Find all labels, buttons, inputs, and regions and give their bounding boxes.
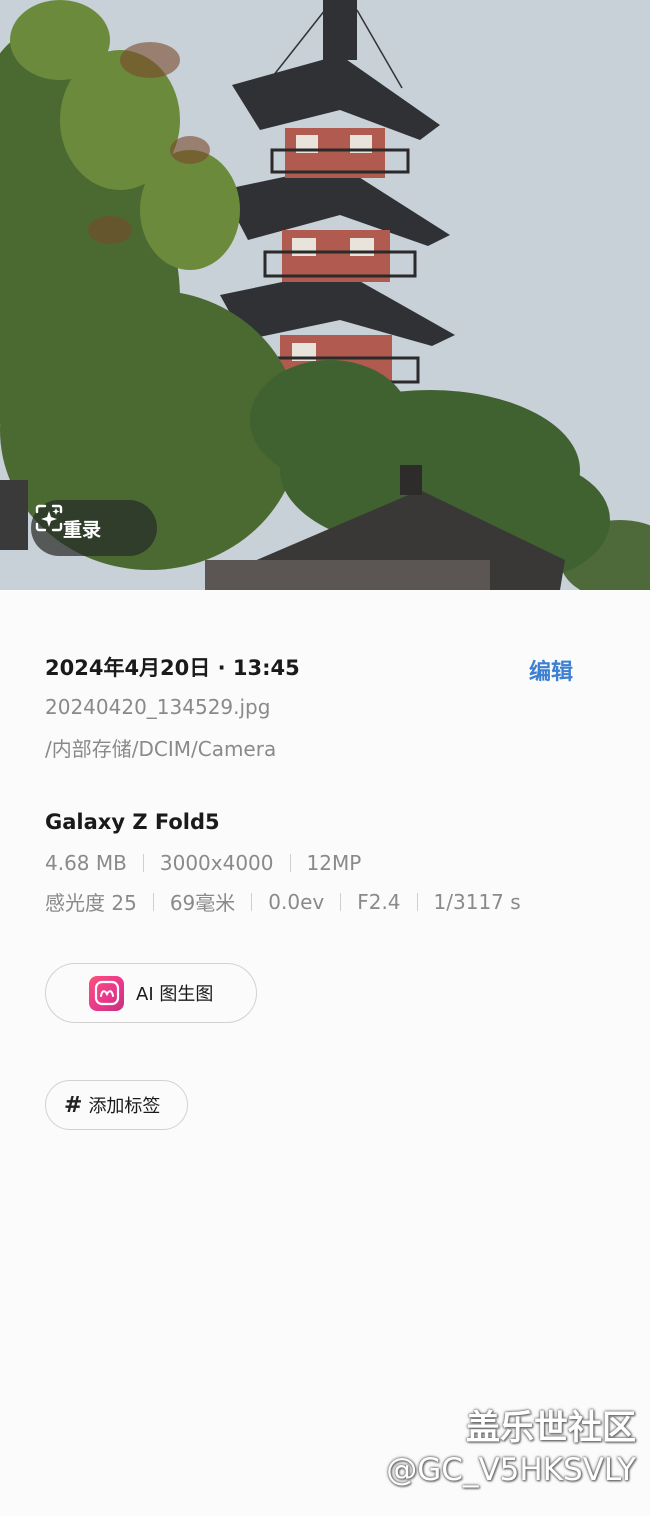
image-resolution: 3000x4000 [159,851,274,875]
file-path: /内部存储/DCIM/Camera [45,737,277,761]
aperture-value: F2.4 [357,889,401,914]
photo-datetime: 2024年4月20日 · 13:45 [45,656,300,680]
exposure-value: 0.0ev [268,889,325,914]
shutter-speed: 1/3117 s [433,889,521,914]
spec-divider [152,892,154,911]
watermark-user: @GC_V5HKSVLY [386,1452,636,1488]
file-name: 20240420_134529.jpg [45,695,271,719]
spec-divider [340,892,342,911]
watermark-community: 盖乐世社区 [466,1408,636,1448]
edit-details-button[interactable]: 编辑 [529,654,573,686]
photo-preview[interactable]: 重录 [0,0,650,590]
file-specs-row: 4.68 MB 3000x4000 12MP [45,851,361,875]
spec-divider [289,854,291,872]
hash-icon: # [64,1092,83,1118]
remaster-button-label: 重录 [63,518,102,541]
sparkle-frame-icon [35,504,63,532]
add-tag-button[interactable]: # 添加标签 [45,1080,188,1130]
megapixels: 12MP [306,851,362,875]
camera-specs-row: 感光度 25 69毫米 0.0ev F2.4 1/3117 s [45,887,521,916]
device-model: Galaxy Z Fold5 [45,810,220,834]
ai-image-generate-label: AI 图生图 [136,984,214,1005]
file-size: 4.68 MB [45,851,127,875]
spec-divider [416,892,418,911]
focal-length: 69毫米 [169,891,236,915]
iso-value: 感光度 25 [45,891,137,915]
ai-image-generate-button[interactable]: AI 图生图 [45,963,257,1023]
add-tag-label: 添加标签 [88,1096,161,1117]
spec-divider [251,892,253,911]
spec-divider [142,854,144,872]
remaster-button[interactable]: 重录 [31,500,157,556]
ai-app-icon [89,975,124,1011]
